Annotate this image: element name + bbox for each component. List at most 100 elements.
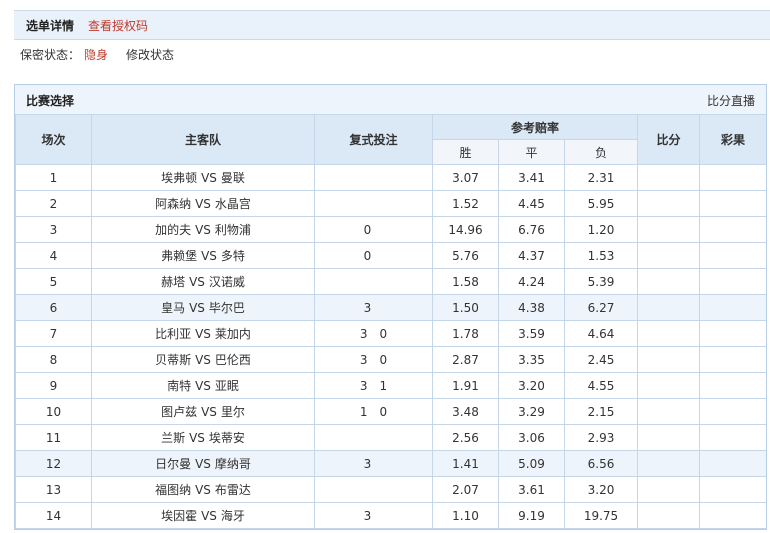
- match-no: 13: [15, 476, 92, 503]
- result-cell: [699, 242, 766, 269]
- home-team-link[interactable]: 日尔曼: [155, 457, 191, 471]
- home-team-link[interactable]: 埃弗顿: [161, 171, 197, 185]
- score-cell: [637, 398, 701, 425]
- odds-win: 2.56: [432, 424, 499, 451]
- odds-draw: 3.59: [498, 320, 565, 347]
- multi-bet-cell: 3: [314, 502, 433, 529]
- score-cell: [637, 190, 701, 217]
- table-row: 9 南特 VS 亚眠 3 1 1.91 3.20 4.55: [15, 372, 766, 399]
- result-cell: [699, 372, 766, 399]
- odds-win: 1.41: [432, 450, 499, 477]
- match-no: 6: [15, 294, 92, 321]
- modify-status-link[interactable]: 修改状态: [126, 46, 174, 63]
- odds-draw: 9.19: [498, 502, 565, 529]
- score-cell: [637, 450, 701, 477]
- multi-bet-pick-1: 3: [359, 352, 368, 367]
- live-score-link[interactable]: 比分直播: [707, 92, 755, 109]
- header-lose: 负: [563, 139, 639, 165]
- away-team-link[interactable]: 海牙: [221, 509, 245, 523]
- away-team-link[interactable]: 毕尔巴: [209, 301, 245, 315]
- match-teams: 图卢兹 VS 里尔: [91, 398, 315, 425]
- table-row: 6 皇马 VS 毕尔巴 3 1.50 4.38 6.27: [15, 294, 766, 321]
- match-no: 7: [15, 320, 92, 347]
- home-team-link[interactable]: 赫塔: [161, 275, 185, 289]
- odds-draw: 4.24: [498, 268, 565, 295]
- match-teams: 埃因霍 VS 海牙: [91, 502, 315, 529]
- odds-win: 1.78: [432, 320, 499, 347]
- odds-lose: 1.53: [563, 242, 639, 269]
- away-team-link[interactable]: 亚眠: [215, 379, 239, 393]
- away-team-link[interactable]: 埃蒂安: [209, 431, 245, 445]
- away-team-link[interactable]: 布雷达: [215, 483, 251, 497]
- match-no: 11: [15, 424, 92, 451]
- vs-label: VS: [201, 509, 217, 523]
- home-team-link[interactable]: 比利亚: [155, 327, 191, 341]
- result-cell: [699, 294, 766, 321]
- odds-win: 2.07: [432, 476, 499, 503]
- result-cell: [699, 502, 766, 529]
- odds-lose: 2.45: [563, 346, 639, 373]
- away-team-link[interactable]: 利物浦: [215, 223, 251, 237]
- away-team-link[interactable]: 摩纳哥: [215, 457, 251, 471]
- home-team-link[interactable]: 南特: [167, 379, 191, 393]
- vs-label: VS: [195, 327, 211, 341]
- score-cell: [637, 424, 701, 451]
- match-teams: 弗赖堡 VS 多特: [91, 242, 315, 269]
- result-cell: [699, 398, 766, 425]
- header-win: 胜: [432, 139, 499, 165]
- home-team-link[interactable]: 福图纳: [155, 483, 191, 497]
- match-teams: 南特 VS 亚眠: [91, 372, 315, 399]
- home-team-link[interactable]: 贝蒂斯: [155, 353, 191, 367]
- panel-title: 比赛选择: [26, 94, 75, 108]
- away-team-link[interactable]: 曼联: [221, 171, 245, 185]
- multi-bet-cell: [314, 164, 433, 191]
- away-team-link[interactable]: 巴伦西: [215, 353, 251, 367]
- odds-draw: 5.09: [498, 450, 565, 477]
- odds-lose: 4.55: [563, 372, 639, 399]
- tab-selection-details[interactable]: 选单详情: [26, 17, 74, 34]
- multi-bet-pick-1: 3: [359, 378, 368, 393]
- multi-bet-cell: 3: [314, 450, 433, 477]
- match-table: 场次 主客队 复式投注 参考赔率 比分 彩果 胜 平 负 1 埃弗顿 VS 曼联 3.0…: [15, 114, 766, 529]
- header-result: 彩果: [699, 114, 766, 165]
- home-team-link[interactable]: 弗赖堡: [161, 249, 197, 263]
- vs-label: VS: [195, 197, 211, 211]
- header-draw: 平: [498, 139, 565, 165]
- match-teams: 比利亚 VS 莱加内: [91, 320, 315, 347]
- result-cell: [699, 320, 766, 347]
- odds-draw: 3.29: [498, 398, 565, 425]
- away-team-link[interactable]: 莱加内: [215, 327, 251, 341]
- home-team-link[interactable]: 埃因霍: [161, 509, 197, 523]
- score-cell: [637, 164, 701, 191]
- home-team-link[interactable]: 图卢兹: [161, 405, 197, 419]
- home-team-link[interactable]: 阿森纳: [155, 197, 191, 211]
- match-teams: 阿森纳 VS 水晶宫: [91, 190, 315, 217]
- header-teams: 主客队: [91, 114, 315, 165]
- odds-win: 3.07: [432, 164, 499, 191]
- tab-view-auth-code[interactable]: 查看授权码: [88, 17, 148, 34]
- multi-bet-pick-2: 0: [379, 352, 388, 367]
- away-team-link[interactable]: 里尔: [221, 405, 245, 419]
- odds-lose: 2.93: [563, 424, 639, 451]
- away-team-link[interactable]: 多特: [221, 249, 245, 263]
- home-team-link[interactable]: 皇马: [161, 301, 185, 315]
- multi-bet-pick-1: 1: [359, 404, 368, 419]
- table-row: 8 贝蒂斯 VS 巴伦西 3 0 2.87 3.35 2.45: [15, 346, 766, 373]
- odds-draw: 3.35: [498, 346, 565, 373]
- multi-bet-cell: [314, 268, 433, 295]
- away-team-link[interactable]: 水晶宫: [215, 197, 251, 211]
- match-no: 4: [15, 242, 92, 269]
- home-team-link[interactable]: 兰斯: [161, 431, 185, 445]
- home-team-link[interactable]: 加的夫: [155, 223, 191, 237]
- odds-draw: 3.20: [498, 372, 565, 399]
- away-team-link[interactable]: 汉诺威: [209, 275, 245, 289]
- table-row: 7 比利亚 VS 莱加内 3 0 1.78 3.59 4.64: [15, 320, 766, 347]
- match-no: 9: [15, 372, 92, 399]
- odds-draw: 3.41: [498, 164, 565, 191]
- multi-bet-cell: [314, 424, 433, 451]
- match-no: 5: [15, 268, 92, 295]
- score-cell: [637, 242, 701, 269]
- vs-label: VS: [195, 457, 211, 471]
- odds-lose: 4.64: [563, 320, 639, 347]
- odds-lose: 19.75: [563, 502, 639, 529]
